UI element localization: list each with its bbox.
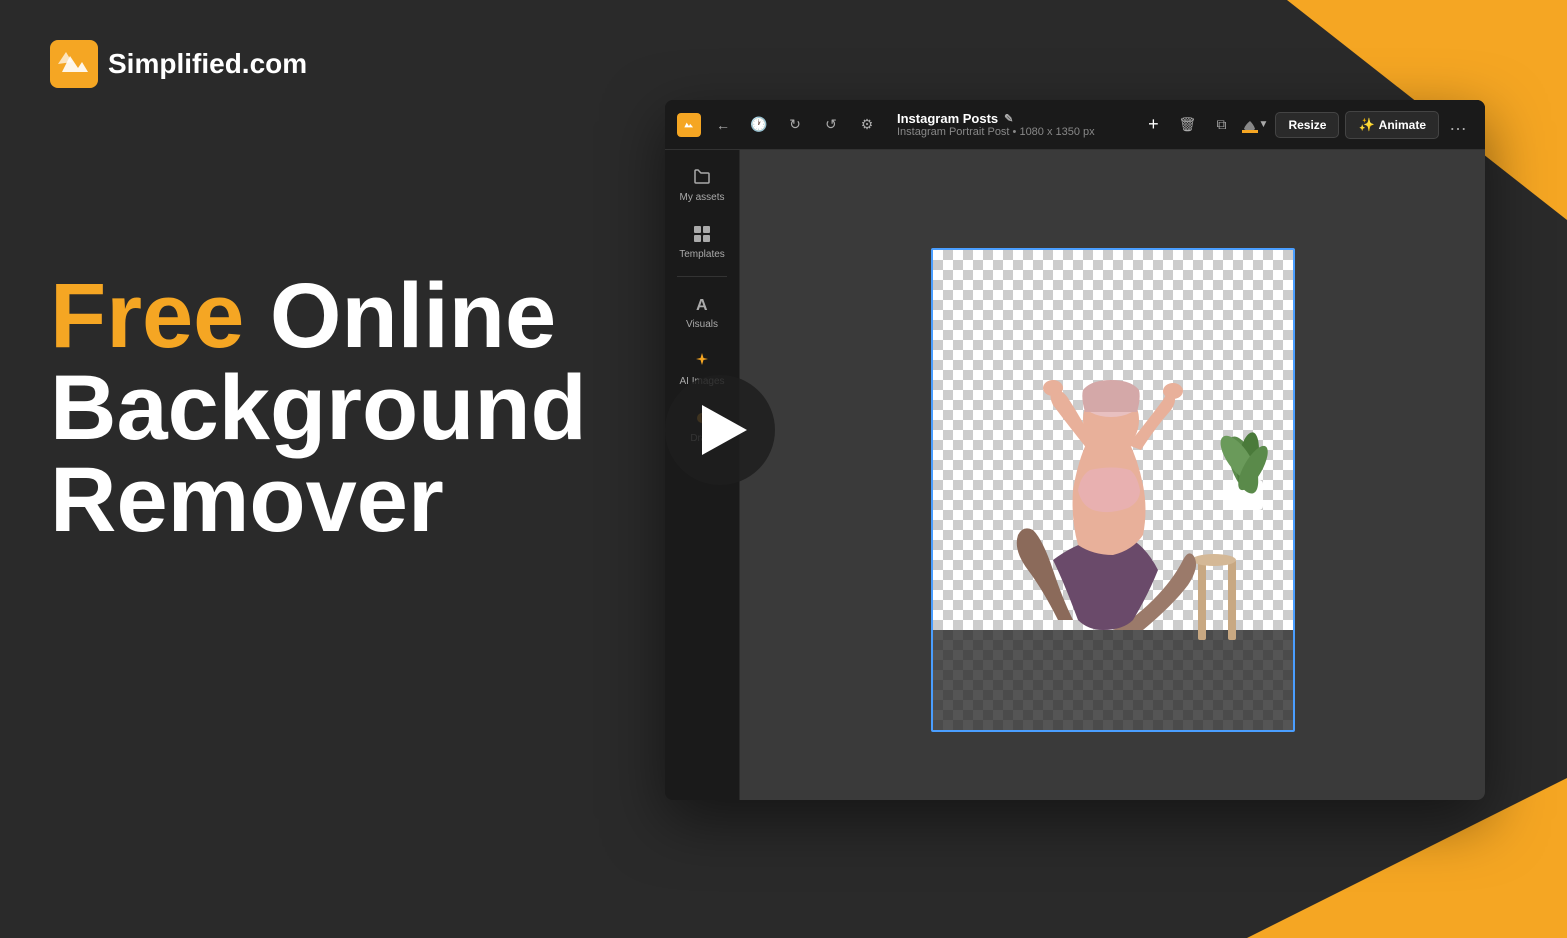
project-subtitle: Instagram Portrait Post • 1080 x 1350 px [897, 126, 1131, 138]
visuals-icon: A [691, 293, 713, 315]
delete-button[interactable]: 🗑 [1173, 111, 1201, 139]
sidebar-divider [677, 276, 727, 277]
main-content-area: My assets Templates [665, 150, 1485, 800]
sidebar-item-my-assets[interactable]: My assets [667, 158, 737, 211]
hero-section: Free Online Background Remover [50, 270, 587, 546]
animate-button[interactable]: ✨ Animate [1345, 111, 1439, 139]
toolbar-title-main: Instagram Posts ✎ [897, 111, 1131, 126]
templates-label: Templates [679, 249, 725, 260]
sidebar-item-visuals[interactable]: A Visuals [667, 285, 737, 338]
duplicate-button[interactable]: ⧉ [1207, 111, 1235, 139]
app-toolbar: ← 🕐 ↻ ↺ ⚙ Instagram Posts ✎ Instagram Po… [665, 100, 1485, 150]
project-title: Instagram Posts [897, 111, 998, 126]
hero-line2: Background [50, 362, 587, 454]
toolbar-logo[interactable] [677, 113, 701, 137]
back-button[interactable]: ← [709, 111, 737, 139]
canvas-content [933, 250, 1293, 730]
visuals-label: Visuals [686, 319, 718, 330]
hero-online: Online [244, 265, 556, 367]
app-window: ← 🕐 ↻ ↺ ⚙ Instagram Posts ✎ Instagram Po… [665, 100, 1485, 800]
hero-free: Free [50, 265, 244, 367]
hero-line1: Free Online [50, 270, 587, 362]
resize-button[interactable]: Resize [1275, 112, 1339, 138]
history-button[interactable]: 🕐 [745, 111, 773, 139]
redo-button[interactable]: ↺ [817, 111, 845, 139]
add-element-button[interactable]: + [1139, 111, 1167, 139]
templates-icon [691, 223, 713, 245]
canvas-area[interactable] [740, 150, 1485, 800]
ai-images-icon [691, 350, 713, 372]
logo-area: Simplified.com [50, 40, 307, 88]
toolbar-title-area: Instagram Posts ✎ Instagram Portrait Pos… [897, 111, 1131, 138]
brand-name: Simplified.com [108, 48, 307, 80]
canvas-image [933, 250, 1293, 730]
edit-title-icon[interactable]: ✎ [1004, 112, 1013, 125]
corner-decoration-bottom-right [1247, 778, 1567, 938]
play-button[interactable] [665, 375, 775, 485]
sidebar-item-templates[interactable]: Templates [667, 215, 737, 268]
toolbar-actions: + 🗑 ⧉ ▼ Resize ✨ Animate … [1139, 111, 1473, 139]
hero-line3: Remover [50, 454, 587, 546]
logo-icon [50, 40, 98, 88]
fill-color-button[interactable]: ▼ [1241, 111, 1269, 139]
my-assets-icon [691, 166, 713, 188]
yoga-figure-svg [933, 250, 1293, 730]
animate-icon: ✨ [1358, 117, 1374, 133]
my-assets-label: My assets [679, 192, 724, 203]
settings-button[interactable]: ⚙ [853, 111, 881, 139]
svg-text:A: A [696, 297, 708, 314]
animate-label: Animate [1379, 118, 1426, 132]
play-icon [702, 405, 747, 455]
more-options-button[interactable]: … [1445, 111, 1473, 139]
undo-button[interactable]: ↻ [781, 111, 809, 139]
